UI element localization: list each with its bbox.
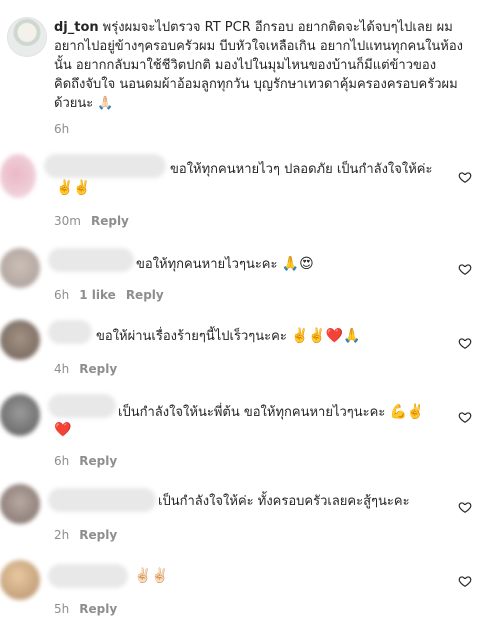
comment-emoji: ✌🏻✌🏻 — [134, 568, 169, 584]
like-heart-icon[interactable] — [458, 262, 472, 276]
comment-meta: 6h Reply — [54, 454, 117, 468]
like-heart-icon[interactable] — [458, 336, 472, 350]
comment-emoji-heart: ❤️ — [54, 422, 72, 438]
comment-likes[interactable]: 1 like — [79, 288, 116, 302]
comment-emoji: ✌️✌️❤️🙏 — [290, 328, 361, 344]
comment-timestamp: 4h — [54, 362, 70, 376]
comment-emoji: 💪✌️ — [389, 404, 425, 420]
comment-text: เป็นกำลังใจให้นะพี่ต้น ขอให้ทุกคนหายไวๆน… — [118, 404, 425, 420]
commenter-name-blurred[interactable] — [44, 154, 166, 178]
commenter-avatar[interactable] — [0, 154, 36, 198]
reply-button[interactable]: Reply — [79, 362, 117, 376]
like-heart-icon[interactable] — [458, 410, 472, 424]
comment-text: เป็นกำลังใจให้ค่ะ ทั้งครอบครัวเลยคะสู้ๆน… — [158, 494, 410, 509]
commenter-name-blurred[interactable] — [48, 564, 128, 588]
comment-timestamp: 6h — [54, 454, 70, 468]
post-caption-text: พรุ่งผมจะไปตรวจ RT PCR อีกรอบ อยากติดจะไ… — [54, 20, 464, 111]
comment-emoji: 🙏😍 — [281, 256, 314, 272]
comment-text: ขอให้ทุกคนหายไวๆนะคะ 🙏😍 — [136, 256, 314, 272]
commenter-avatar[interactable] — [0, 248, 40, 288]
post-author-avatar[interactable] — [7, 17, 47, 57]
comment-meta: 4h Reply — [54, 362, 117, 376]
comment-meta: 30m Reply — [54, 214, 129, 228]
commenter-avatar[interactable] — [0, 484, 40, 524]
comment-timestamp: 30m — [54, 214, 81, 228]
comment-timestamp: 6h — [54, 288, 70, 302]
post-caption: dj_ton พรุ่งผมจะไปตรวจ RT PCR อีกรอบ อยาก… — [54, 18, 466, 113]
commenter-name-blurred[interactable] — [48, 248, 134, 272]
reply-button[interactable]: Reply — [126, 288, 164, 302]
commenter-avatar[interactable] — [0, 560, 40, 600]
commenter-name-blurred[interactable] — [48, 488, 156, 512]
commenter-name-blurred[interactable] — [48, 320, 92, 344]
commenter-name-blurred[interactable] — [48, 394, 116, 418]
reply-button[interactable]: Reply — [79, 528, 117, 542]
comment-text: ขอให้ทุกคนหายไวๆ ปลอดภัย เป็นกำลังใจให้ค… — [170, 162, 433, 177]
comment-meta: 2h Reply — [54, 528, 117, 542]
commenter-avatar[interactable] — [0, 320, 40, 360]
comment-meta: 6h 1 like Reply — [54, 288, 164, 302]
post-username[interactable]: dj_ton — [54, 20, 99, 35]
reply-button[interactable]: Reply — [79, 602, 117, 616]
like-heart-icon[interactable] — [458, 500, 472, 514]
comment-text: ขอให้ผ่านเรื่องร้ายๆนี้ไปเร็วๆนะคะ ✌️✌️❤… — [96, 328, 361, 344]
like-heart-icon[interactable] — [458, 170, 472, 184]
reply-button[interactable]: Reply — [79, 454, 117, 468]
comment-meta: 5h Reply — [54, 602, 117, 616]
like-heart-icon[interactable] — [458, 574, 472, 588]
comment-timestamp: 2h — [54, 528, 70, 542]
comment-emoji: ✌️✌️ — [56, 180, 91, 196]
comment-timestamp: 5h — [54, 602, 70, 616]
commenter-avatar[interactable] — [0, 394, 40, 436]
post-timestamp: 6h — [54, 122, 70, 136]
reply-button[interactable]: Reply — [91, 214, 129, 228]
